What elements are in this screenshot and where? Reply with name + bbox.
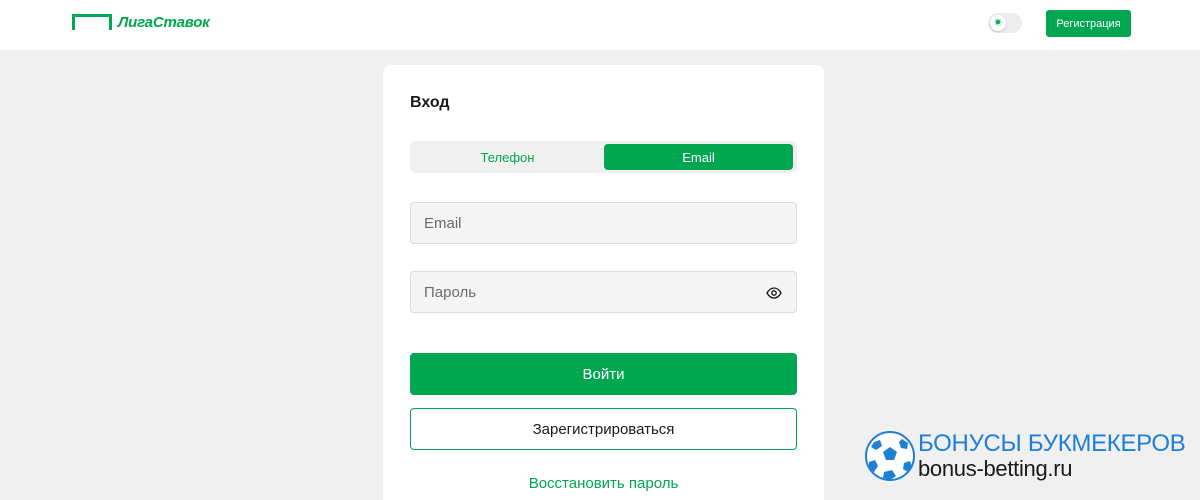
email-input[interactable] — [411, 203, 796, 243]
tab-email[interactable]: Email — [604, 144, 793, 170]
liga-stavok-logo[interactable]: ЛигаСтавок — [72, 13, 210, 31]
eye-icon[interactable] — [766, 285, 782, 301]
logo-mark-icon — [72, 14, 112, 30]
email-field-wrapper — [410, 202, 797, 244]
password-field-wrapper — [410, 271, 797, 313]
watermark-title: БОНУСЫ БУКМЕКЕРОВ — [918, 430, 1186, 457]
sun-icon: ✷ — [990, 15, 1006, 31]
login-title: Вход — [410, 94, 450, 111]
header-register-button[interactable]: Регистрация — [1046, 10, 1131, 37]
register-button[interactable]: Зарегистрироваться — [410, 408, 797, 450]
theme-toggle[interactable]: ✷ — [988, 13, 1022, 33]
login-method-tabs: Телефон Email — [410, 141, 797, 173]
password-input[interactable] — [411, 272, 796, 312]
watermark: БОНУСЫ БУКМЕКЕРОВ bonus-betting.ru — [864, 430, 1186, 482]
watermark-url: bonus-betting.ru — [918, 456, 1073, 481]
tab-phone[interactable]: Телефон — [413, 144, 602, 170]
login-card: Вход Телефон Email Войти Зарегистрироват… — [383, 65, 824, 500]
soccer-ball-icon — [865, 431, 915, 481]
restore-password-link[interactable]: Восстановить пароль — [383, 475, 824, 492]
top-header: ЛигаСтавок ✷ Регистрация — [0, 0, 1200, 50]
logo-text: ЛигаСтавок — [118, 13, 210, 31]
login-button[interactable]: Войти — [410, 353, 797, 395]
